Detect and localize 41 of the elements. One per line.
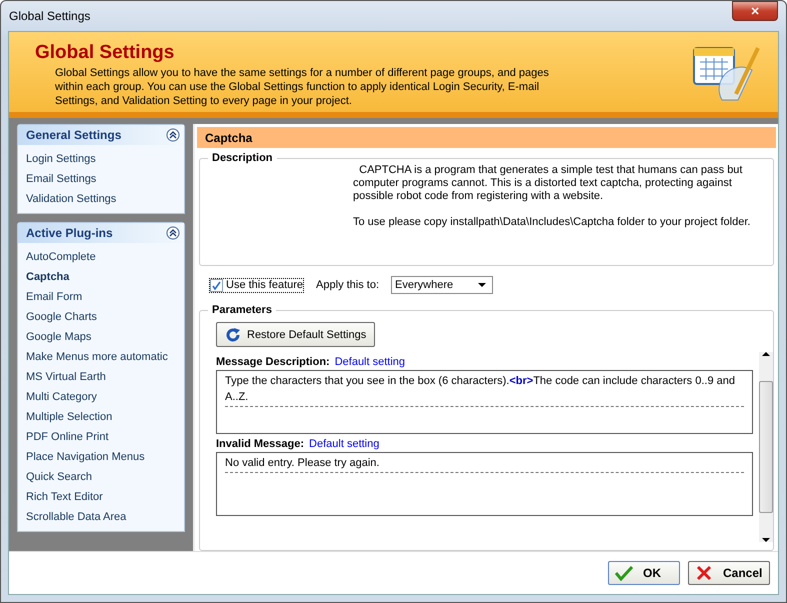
restore-defaults-button[interactable]: Restore Default Settings [216, 322, 376, 347]
sidebar-item[interactable]: Google Charts [26, 307, 184, 327]
default-setting-link[interactable]: Default setting [334, 356, 406, 368]
default-setting-link[interactable]: Default setting [309, 438, 380, 450]
sidebar-item[interactable]: Scrollable Data Area [26, 507, 184, 527]
section-title: Captcha [197, 127, 776, 148]
ok-button[interactable]: OK [608, 561, 680, 585]
header-title: Global Settings [35, 42, 176, 64]
description-text: To use please copy installpath\Data\Includes\Captcha folder to your project folder. [353, 216, 752, 229]
panel-title: General Settings [26, 128, 122, 142]
field-label: Invalid Message: [216, 438, 304, 450]
description-text: CAPTCHA is a program that generates a simple test that humans can pass but computer programs cannot. This is a distorted text captcha, protecting against possible robot code from registering with a website. [353, 164, 744, 203]
sidebar-item[interactable]: AutoComplete [26, 247, 184, 267]
sidebar-item[interactable]: Place Navigation Menus [26, 447, 184, 467]
sidebar-item[interactable]: Google Maps [26, 327, 184, 347]
cancel-button[interactable]: Cancel [688, 561, 770, 585]
apply-dropdown[interactable]: Everywhere [391, 276, 494, 294]
sidebar-item[interactable]: Make Menus more automatic [26, 347, 184, 367]
sidebar-item[interactable]: Rich Text Editor [26, 487, 184, 507]
sidebar-item[interactable]: Login Settings [26, 149, 184, 169]
sidebar-item[interactable]: Multiple Selection [26, 407, 184, 427]
sidebar-item[interactable]: Quick Search [26, 467, 184, 487]
message-textarea[interactable]: Type the characters that you see in the box (6 characters).<br>The code can include characters 0..9 and A..Z. [216, 370, 753, 434]
sidebar-item[interactable]: Multi Category [26, 387, 184, 407]
sidebar-item[interactable]: Email Settings [26, 169, 184, 189]
message-textarea[interactable]: No valid entry. Please try again. [216, 452, 753, 516]
group-title: Parameters [211, 304, 273, 316]
panel-title: Active Plug-ins [26, 226, 113, 240]
close-button[interactable]: ✕ [732, 1, 778, 21]
sidebar-item[interactable]: Captcha [26, 267, 184, 287]
window-title: Global Settings [9, 9, 90, 23]
header-description: Global Settings allow you to have the same settings for a number of different page groups, and pages within each group. You can use the Global Settings function to apply identical Login Security, E-mail Settings, and Validation Setting to every page in your project. [55, 66, 550, 108]
group-title: Description [211, 152, 274, 164]
sidebar-item[interactable]: PDF Online Print [26, 427, 184, 447]
sidebar-item[interactable]: MS Virtual Earth [26, 367, 184, 387]
sidebar-item[interactable]: Email Form [26, 287, 184, 307]
apply-label: Apply this to: [316, 279, 380, 291]
use-feature-checkbox[interactable]: Use this feature [209, 278, 304, 292]
field-label: Message Description: [216, 356, 330, 368]
checkbox-label: Use this feature [226, 279, 304, 291]
sidebar-item[interactable]: Validation Settings [26, 189, 184, 209]
